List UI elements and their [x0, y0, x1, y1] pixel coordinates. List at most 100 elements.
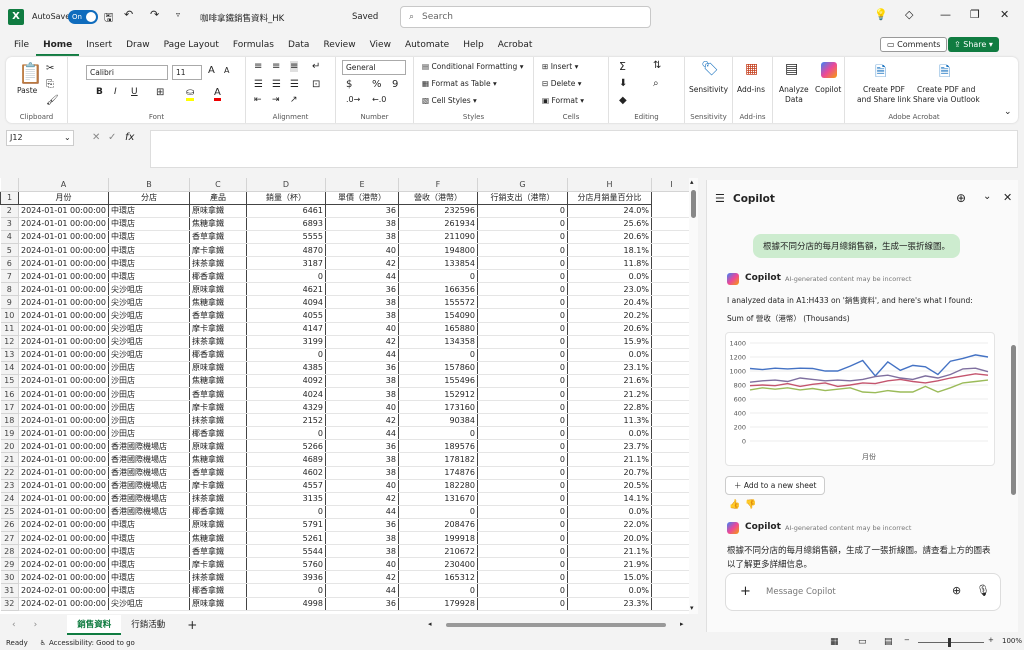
horizontal-scroll-thumb[interactable] — [446, 623, 666, 627]
table-cell[interactable]: 4870 — [245, 243, 326, 258]
row-number[interactable]: 1 — [0, 190, 19, 205]
column-header-a[interactable]: A — [18, 178, 109, 192]
table-cell[interactable]: 抹茶拿鐵 — [188, 413, 247, 428]
bold-button[interactable]: B — [96, 87, 103, 97]
table-cell[interactable]: 38 — [324, 544, 399, 559]
empty-cell[interactable] — [650, 557, 692, 572]
header-cell[interactable]: 營收（港幣） — [397, 190, 478, 205]
addins-button[interactable]: Add-ins — [737, 85, 765, 94]
table-cell[interactable]: 香草拿鐵 — [188, 544, 247, 559]
table-cell[interactable]: 中環店 — [107, 256, 190, 271]
table-cell[interactable]: 0 — [476, 557, 568, 572]
cell-styles-button[interactable]: ▧ Cell Styles ▾ — [422, 96, 477, 105]
microphone-icon[interactable]: 🎙 — [976, 584, 990, 597]
borders-icon[interactable]: ⊞ — [156, 87, 164, 98]
table-cell[interactable]: 沙田店 — [107, 374, 190, 389]
table-cell[interactable]: 5760 — [245, 557, 326, 572]
table-cell[interactable]: 0.0% — [566, 505, 652, 519]
table-cell[interactable]: 22.8% — [566, 400, 652, 415]
empty-cell[interactable] — [650, 308, 692, 323]
row-number[interactable]: 17 — [0, 400, 19, 415]
table-cell[interactable]: 4329 — [245, 400, 326, 415]
empty-cell[interactable] — [650, 243, 692, 258]
tab-insert[interactable]: Insert — [79, 34, 119, 56]
header-cell[interactable]: 分店月銷量百分比 — [566, 190, 652, 205]
tab-page-layout[interactable]: Page Layout — [157, 34, 226, 56]
comma-button[interactable]: 9 — [392, 79, 398, 90]
row-number[interactable]: 22 — [0, 466, 19, 480]
table-cell[interactable]: 沙田店 — [107, 387, 190, 402]
series-line-2[interactable] — [749, 367, 989, 383]
table-cell[interactable]: 2024-01-01 00:00:00 — [18, 243, 109, 258]
table-cell[interactable]: 2024-01-01 00:00:00 — [18, 374, 109, 389]
series-line-1[interactable] — [749, 354, 989, 377]
table-cell[interactable]: 165312 — [397, 570, 478, 585]
table-cell[interactable]: 原味拿鐵 — [188, 282, 247, 297]
row-number[interactable]: 15 — [0, 374, 19, 389]
table-cell[interactable]: 14.1% — [566, 492, 652, 506]
format-as-table-button[interactable]: ▦ Format as Table ▾ — [422, 79, 497, 88]
table-cell[interactable]: 2024-01-01 00:00:00 — [18, 230, 109, 244]
row-number[interactable]: 21 — [0, 452, 19, 467]
table-cell[interactable]: 194800 — [397, 243, 478, 258]
insert-cells-button[interactable]: ⊞ Insert ▾ — [542, 62, 578, 71]
table-cell[interactable]: 香港國際機場店 — [107, 466, 190, 480]
table-cell[interactable]: 椰香拿鐵 — [188, 269, 247, 284]
table-cell[interactable]: 2024-01-01 00:00:00 — [18, 492, 109, 506]
table-cell[interactable]: 中環店 — [107, 269, 190, 284]
collapse-ribbon-icon[interactable]: ⌄ — [1004, 107, 1012, 117]
customize-quick-access-icon[interactable]: ▿ — [176, 10, 180, 19]
table-cell[interactable]: 5555 — [245, 230, 326, 244]
table-cell[interactable]: 0 — [476, 361, 568, 375]
empty-cell[interactable] — [650, 479, 692, 493]
undo-icon[interactable]: ↶ — [124, 8, 133, 21]
table-cell[interactable]: 44 — [324, 505, 399, 519]
pane-options-icon[interactable]: ⌄ — [983, 191, 991, 202]
table-cell[interactable]: 42 — [324, 492, 399, 506]
table-cell[interactable]: 23.1% — [566, 361, 652, 375]
table-cell[interactable]: 2024-01-01 00:00:00 — [18, 256, 109, 271]
table-cell[interactable]: 0 — [476, 374, 568, 389]
table-cell[interactable]: 2024-01-01 00:00:00 — [18, 204, 109, 218]
table-cell[interactable]: 0 — [476, 439, 568, 454]
empty-cell[interactable] — [650, 400, 692, 415]
decrease-font-icon[interactable]: A — [224, 66, 229, 75]
table-cell[interactable]: 25.6% — [566, 217, 652, 231]
table-cell[interactable]: 24.0% — [566, 204, 652, 218]
table-cell[interactable]: 154090 — [397, 308, 478, 323]
row-number[interactable]: 18 — [0, 413, 19, 428]
table-cell[interactable]: 尖沙咀店 — [107, 308, 190, 323]
table-cell[interactable]: 沙田店 — [107, 413, 190, 428]
table-cell[interactable]: 21.1% — [566, 452, 652, 467]
table-cell[interactable]: 2024-01-01 00:00:00 — [18, 426, 109, 441]
table-cell[interactable]: 4385 — [245, 361, 326, 375]
table-cell[interactable]: 0 — [476, 256, 568, 271]
table-cell[interactable]: 焦糖拿鐵 — [188, 295, 247, 310]
table-cell[interactable]: 4557 — [245, 479, 326, 493]
table-cell[interactable]: 0 — [476, 322, 568, 336]
column-header-b[interactable]: B — [108, 178, 190, 192]
empty-cell[interactable] — [650, 452, 692, 467]
copy-icon[interactable]: ⎘ — [46, 79, 54, 90]
table-cell[interactable]: 中環店 — [107, 557, 190, 572]
autosave-toggle[interactable]: On — [68, 10, 98, 24]
web-icon[interactable]: ⊕ — [952, 584, 961, 597]
table-cell[interactable]: 2024-02-01 00:00:00 — [18, 583, 109, 598]
row-number[interactable]: 20 — [0, 439, 19, 454]
table-cell[interactable]: 0.0% — [566, 426, 652, 441]
row-number[interactable]: 14 — [0, 361, 19, 375]
table-cell[interactable]: 157860 — [397, 361, 478, 375]
row-number[interactable]: 5 — [0, 243, 19, 258]
row-number[interactable]: 23 — [0, 479, 19, 493]
table-cell[interactable]: 20.5% — [566, 479, 652, 493]
align-left-icon[interactable]: ☰ — [254, 79, 263, 90]
empty-cell[interactable] — [650, 230, 692, 244]
empty-cell[interactable] — [650, 492, 692, 506]
row-number[interactable]: 9 — [0, 295, 19, 310]
table-cell[interactable]: 2024-02-01 00:00:00 — [18, 544, 109, 559]
comments-button[interactable]: ▭ Comments — [880, 37, 948, 52]
add-sheet-icon[interactable]: + — [187, 618, 197, 632]
table-cell[interactable]: 38 — [324, 230, 399, 244]
table-cell[interactable]: 44 — [324, 426, 399, 441]
enter-icon[interactable]: ✓ — [108, 132, 116, 143]
